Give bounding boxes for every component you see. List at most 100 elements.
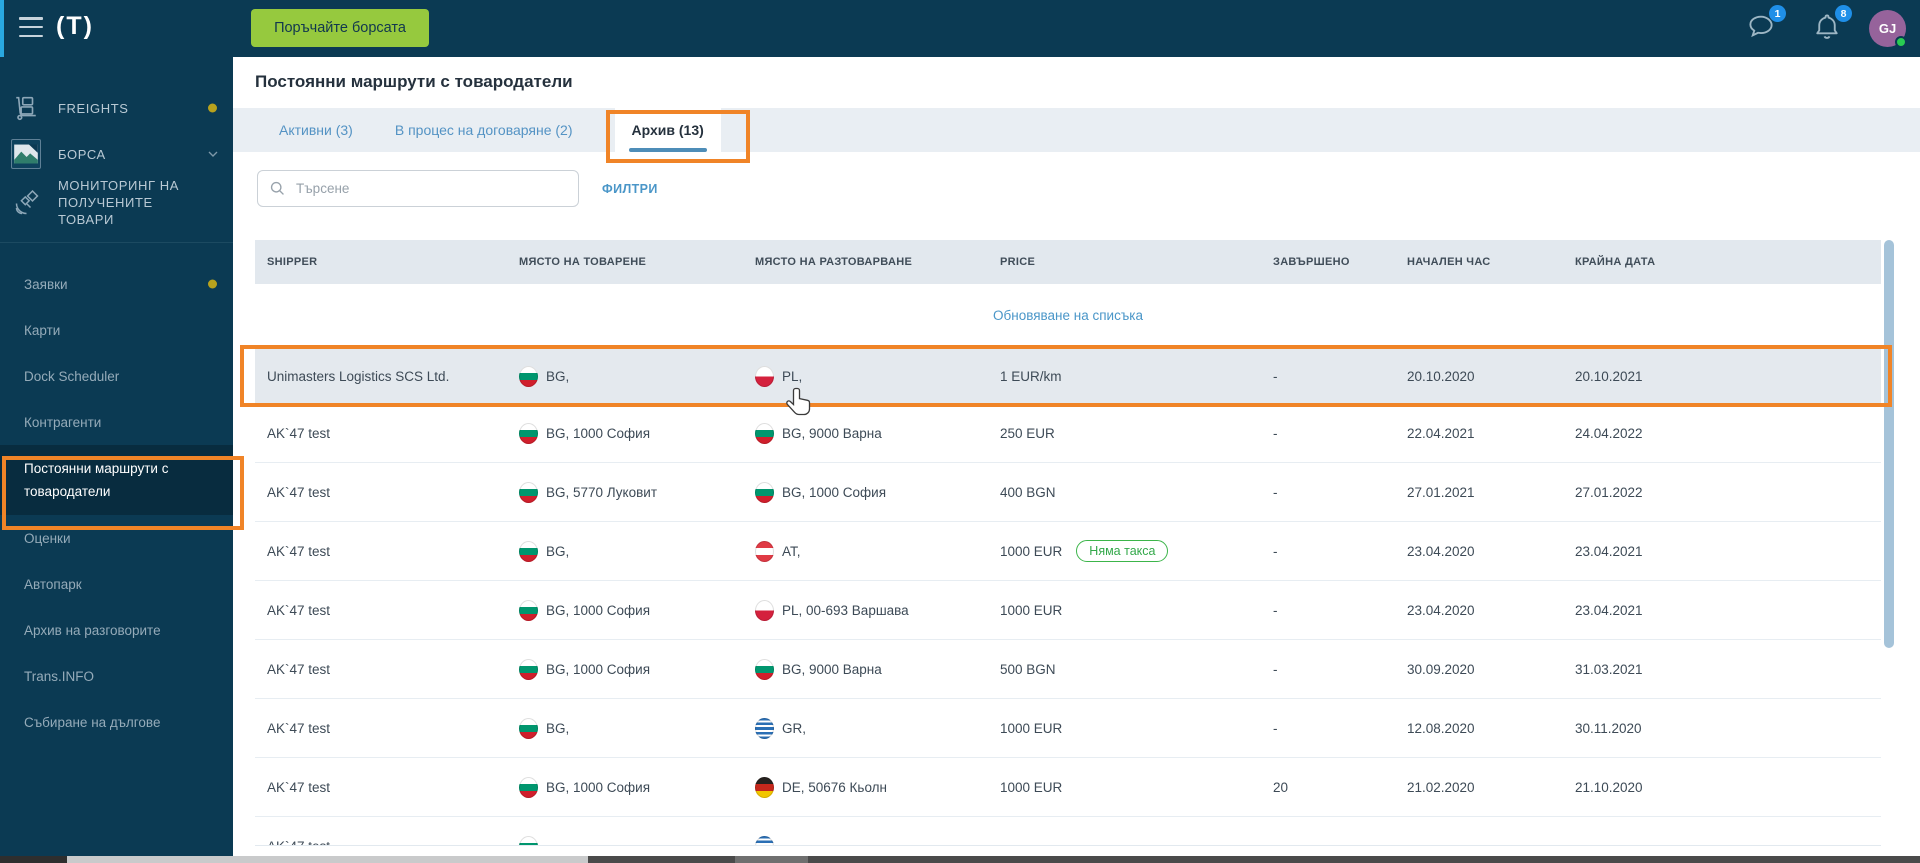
flag-bg-icon	[519, 365, 538, 387]
avatar[interactable]: GJ	[1869, 10, 1907, 48]
chat-badge: 1	[1769, 5, 1786, 22]
cell-end-date: 27.01.2022	[1575, 484, 1643, 500]
location-text: BG, 1000 София	[782, 484, 887, 500]
sidebar-top-group: FREIGHTS БОРСА МОНИТОРИНГ НА ПОЛУЧЕНИТЕ ТО…	[0, 85, 233, 228]
table-row[interactable]: AK`47 test	[255, 817, 1881, 846]
sidebar-item[interactable]: Карти	[0, 307, 233, 353]
flag-de-icon	[755, 776, 774, 798]
table-row[interactable]: AK`47 test BG, 1000 София BG, 9000 Варна 25…	[255, 404, 1881, 463]
cell-end-date: 20.10.2021	[1575, 368, 1643, 384]
cell-loading-place: BG, 1000 София	[519, 658, 755, 680]
sidebar-item-label: Trans.INFO	[24, 668, 95, 684]
table-header: SHIPPER МЯСТО НА ТОВАРЕНЕ МЯСТО НА РАЗТОВА…	[255, 240, 1881, 284]
column-header: PRICE	[1000, 256, 1036, 268]
cell-shipper: AK`47 test	[267, 425, 331, 441]
routes-table: SHIPPER МЯСТО НА ТОВАРЕНЕ МЯСТО НА РАЗТОВА…	[255, 240, 1881, 846]
search-input[interactable]	[257, 170, 579, 207]
tab[interactable]: Архив (13)	[614, 108, 721, 152]
online-status-dot	[1895, 36, 1907, 48]
vertical-scrollbar[interactable]	[1884, 240, 1894, 648]
sidebar-item[interactable]: Dock Scheduler	[0, 353, 233, 399]
cell-loading-place	[519, 835, 755, 845]
flag-pl-icon	[755, 599, 774, 621]
horizontal-scrollbar[interactable]	[0, 856, 1920, 863]
column-header: ЗАВЪРШЕНО	[1273, 256, 1350, 268]
cell-start-date: 12.08.2020	[1407, 720, 1475, 736]
price-text: 1000 EUR	[1000, 602, 1063, 618]
cell-shipper: AK`47 test	[267, 838, 331, 846]
order-exchange-button[interactable]: Поръчайте борсата	[251, 9, 429, 47]
sidebar-item[interactable]: Автопарк	[0, 561, 233, 607]
location-text: PL,	[782, 368, 803, 384]
sidebar-item[interactable]: Заявки	[0, 261, 233, 307]
tab[interactable]: Активни (3)	[279, 108, 353, 152]
flag-bg-icon	[519, 658, 538, 680]
table-row[interactable]: AK`47 test BG, GR, 1000 EUR - 12.08.2020 30.11…	[255, 699, 1881, 758]
bell-icon	[1812, 14, 1842, 45]
sidebar-item[interactable]: Архив на разговорите	[0, 607, 233, 653]
cell-shipper: AK`47 test	[267, 602, 331, 618]
refresh-link[interactable]: Обновяване на списъка	[993, 308, 1143, 323]
cell-completed: -	[1273, 425, 1278, 441]
location-text: BG, 9000 Варна	[782, 425, 882, 441]
location-text: BG, 1000 София	[546, 779, 651, 795]
column-header: МЯСТО НА ТОВАРЕНЕ	[519, 256, 647, 268]
table-row[interactable]: AK`47 test BG, 1000 София BG, 9000 Варна 50…	[255, 640, 1881, 699]
chat-button[interactable]: 1	[1746, 5, 1786, 45]
cell-price: 400 BGN	[1000, 485, 1273, 500]
cell-start-date: 20.10.2020	[1407, 368, 1475, 384]
no-fee-badge: Няма такса	[1076, 540, 1169, 562]
sidebar-item[interactable]: FREIGHTS	[0, 85, 233, 131]
notifications-button[interactable]: 8	[1812, 5, 1852, 45]
sidebar-item-label: Архив на разговорите	[24, 622, 161, 638]
cell-start-date: 27.01.2021	[1407, 484, 1475, 500]
chat-icon	[1746, 15, 1776, 45]
sidebar-item[interactable]: Trans.INFO	[0, 653, 233, 699]
sidebar-item-label: Контрагенти	[24, 414, 102, 430]
sidebar-item[interactable]: Събиране на дългове	[0, 699, 233, 745]
flag-bg-icon	[755, 422, 774, 444]
hamburger-menu-icon[interactable]	[19, 17, 43, 37]
table-row[interactable]: AK`47 test BG, 1000 София PL, 00-693 Варша…	[255, 581, 1881, 640]
sidebar-item[interactable]: Оценки	[0, 515, 233, 561]
cell-start-date: 30.09.2020	[1407, 661, 1475, 677]
filters-link[interactable]: ФИЛТРИ	[602, 182, 658, 196]
tab[interactable]: В процес на договаряне (2)	[395, 108, 573, 152]
cell-end-date: 23.04.2021	[1575, 543, 1643, 559]
location-text: GR,	[782, 720, 807, 736]
cell-loading-place: BG,	[519, 717, 755, 739]
scroll-accent-strip	[0, 0, 4, 57]
unread-dot	[208, 103, 217, 113]
scrollbar-segment	[0, 856, 67, 863]
cell-shipper: AK`47 test	[267, 484, 331, 500]
cell-end-date: 24.04.2022	[1575, 425, 1643, 441]
table-row[interactable]: AK`47 test BG, AT, 1000 EUR Няма такса - 23.04…	[255, 522, 1881, 581]
flag-at-icon	[755, 540, 774, 562]
cell-price: 1000 EUR Няма такса	[1000, 540, 1273, 562]
sidebar-item-label: МОНИТОРИНГ НА ПОЛУЧЕНИТЕ ТОВАРИ	[58, 178, 180, 227]
sidebar-item-label: Събиране на дългове	[24, 714, 161, 730]
sidebar-item[interactable]: Контрагенти	[0, 399, 233, 445]
table-row[interactable]: Unimasters Logistics SCS Ltd. BG, PL, 1 EUR…	[255, 348, 1881, 404]
table-body: Unimasters Logistics SCS Ltd. BG, PL, 1 EUR…	[255, 348, 1881, 846]
sidebar-item-label: Постоянни маршрути с товародатели	[24, 461, 169, 499]
cell-loading-place: BG, 1000 София	[519, 599, 755, 621]
location-text: BG, 9000 Варна	[782, 661, 882, 677]
cell-completed: 20	[1273, 779, 1289, 795]
cell-start-date: 21.02.2020	[1407, 779, 1475, 795]
scrollbar-thumb[interactable]	[67, 856, 588, 863]
tab-bar: Активни (3) В процес на договаряне (2) Арх…	[233, 108, 1920, 152]
cell-end-date: 23.04.2021	[1575, 602, 1643, 618]
table-row[interactable]: AK`47 test BG, 1000 София DE, 50676 Кьолн 1…	[255, 758, 1881, 817]
table-row[interactable]: AK`47 test BG, 5770 Луковит BG, 1000 София…	[255, 463, 1881, 522]
flag-bg-icon	[519, 717, 538, 739]
sidebar-item[interactable]: Постоянни маршрути с товародатели	[0, 445, 233, 515]
column-header: SHIPPER	[267, 256, 318, 268]
cell-completed: -	[1273, 543, 1278, 559]
page-title: Постоянни маршрути с товародатели	[255, 72, 573, 91]
cell-completed: -	[1273, 484, 1278, 500]
sidebar: FREIGHTS БОРСА МОНИТОРИНГ НА ПОЛУЧЕНИТЕ ТО…	[0, 57, 233, 856]
sidebar-item[interactable]: БОРСА	[0, 131, 233, 177]
cell-price: 1000 EUR	[1000, 603, 1273, 618]
sidebar-item[interactable]: МОНИТОРИНГ НА ПОЛУЧЕНИТЕ ТОВАРИ	[0, 177, 233, 228]
